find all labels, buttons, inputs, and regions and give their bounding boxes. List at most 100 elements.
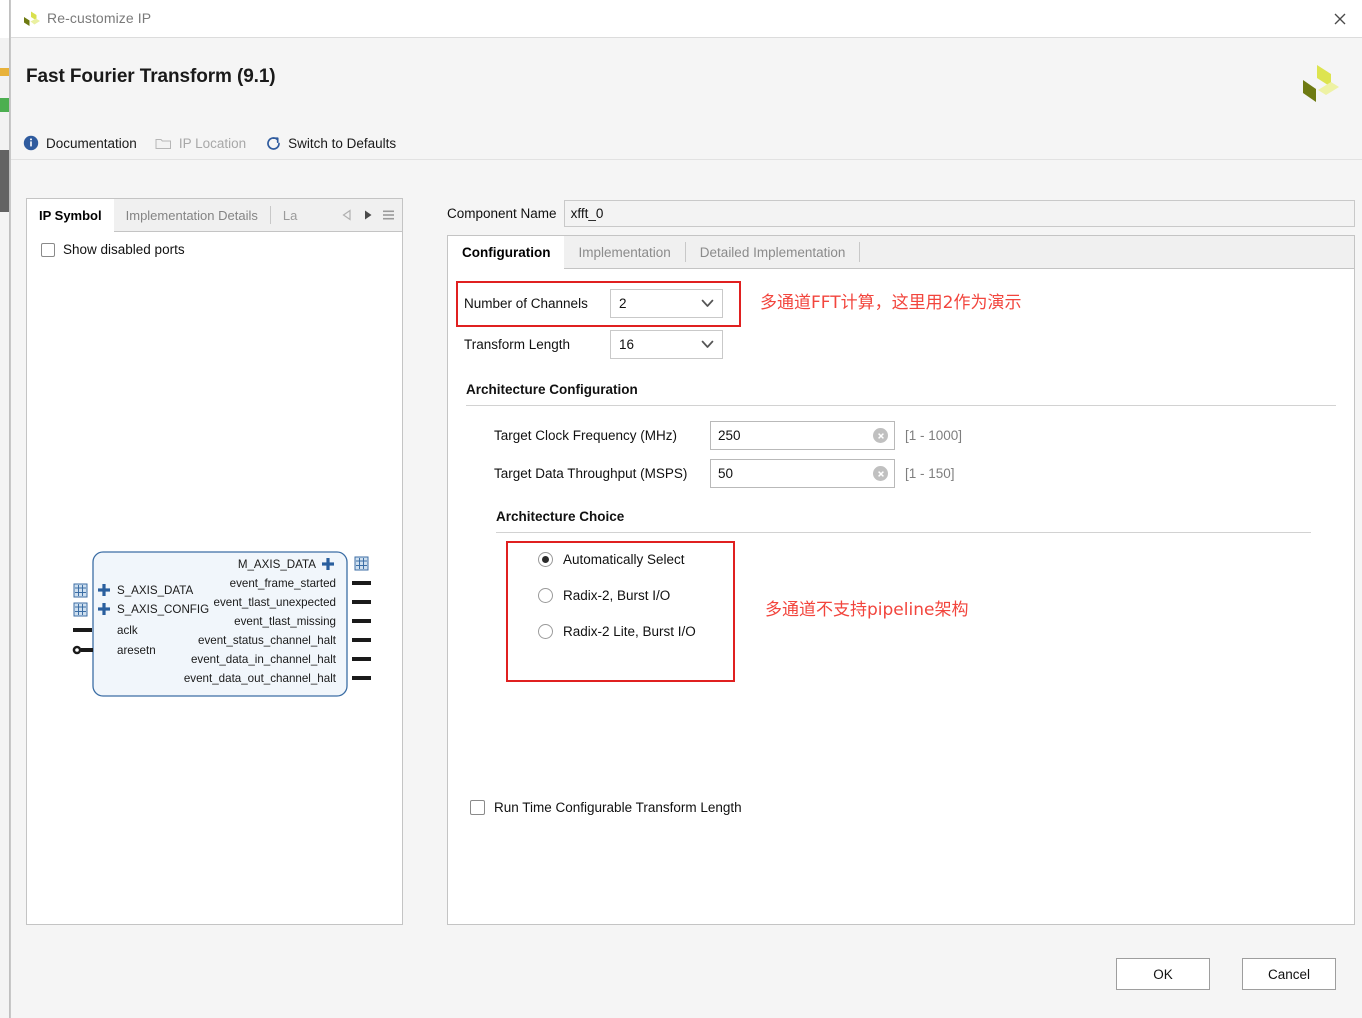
tab-configuration-label: Configuration bbox=[462, 244, 551, 260]
header-toolbar: Documentation IP Location Switch to Defa… bbox=[22, 130, 414, 156]
target-data-throughput-value: 50 bbox=[718, 466, 734, 481]
tab-ip-symbol-label: IP Symbol bbox=[39, 207, 102, 223]
ok-button-label: OK bbox=[1153, 966, 1173, 982]
target-clock-frequency-row: Target Clock Frequency (MHz) 250 [1 - 10… bbox=[494, 421, 962, 450]
documentation-label: Documentation bbox=[46, 135, 137, 151]
cancel-button[interactable]: Cancel bbox=[1242, 958, 1336, 990]
re-customize-ip-dialog: Re-customize IP Fast Fourier Transform (… bbox=[10, 0, 1362, 1018]
checkbox-box bbox=[470, 800, 485, 815]
radio-automatically-select[interactable]: Automatically Select bbox=[538, 552, 685, 567]
clear-icon[interactable] bbox=[873, 466, 888, 481]
annotation-number-of-channels: 多通道FFT计算，这里用2作为演示 bbox=[760, 293, 1022, 313]
tab-implementation-details-label: Implementation Details bbox=[125, 207, 258, 223]
cancel-button-label: Cancel bbox=[1267, 966, 1311, 982]
component-name-value: xfft_0 bbox=[570, 206, 604, 221]
radio-button bbox=[538, 552, 553, 567]
ip-location-label: IP Location bbox=[178, 135, 247, 151]
radio-automatically-select-label: Automatically Select bbox=[563, 552, 685, 567]
tab-list-icon[interactable] bbox=[382, 209, 395, 221]
dialog-title: Re-customize IP bbox=[47, 10, 152, 26]
ip-location-link[interactable]: IP Location bbox=[155, 131, 246, 155]
chevron-down-icon bbox=[701, 340, 714, 349]
target-clock-frequency-label: Target Clock Frequency (MHz) bbox=[494, 428, 678, 443]
show-disabled-ports-label: Show disabled ports bbox=[63, 242, 185, 257]
svg-text:event_tlast_unexpected: event_tlast_unexpected bbox=[214, 596, 336, 609]
component-name-row: Component Name xfft_0 bbox=[447, 198, 1355, 229]
close-icon[interactable] bbox=[1317, 0, 1362, 37]
configuration-tab-box: Configuration Implementation Detailed Im… bbox=[447, 235, 1355, 925]
target-data-throughput-input[interactable]: 50 bbox=[710, 459, 895, 488]
number-of-channels-row: Number of Channels 2 bbox=[464, 289, 723, 318]
number-of-channels-select[interactable]: 2 bbox=[610, 289, 723, 318]
run-time-configurable-checkbox[interactable]: Run Time Configurable Transform Length bbox=[470, 800, 742, 815]
chevron-down-icon bbox=[701, 299, 714, 308]
annotation-architecture-choice: 多通道不支持pipeline架构 bbox=[765, 600, 969, 620]
page-title: Fast Fourier Transform (9.1) bbox=[26, 66, 276, 87]
svg-text:M_AXIS_DATA: M_AXIS_DATA bbox=[238, 558, 316, 571]
radio-button bbox=[538, 588, 553, 603]
transform-length-row: Transform Length 16 bbox=[464, 330, 723, 359]
tab-latency[interactable]: La bbox=[271, 199, 301, 231]
svg-text:aclk: aclk bbox=[117, 624, 138, 637]
tab-latency-label: La bbox=[282, 207, 298, 223]
left-panel-tabs: IP Symbol Implementation Details La bbox=[27, 199, 402, 232]
tab-ip-symbol[interactable]: IP Symbol bbox=[27, 199, 114, 232]
component-name-label: Component Name bbox=[447, 206, 557, 221]
transform-length-label: Transform Length bbox=[464, 337, 571, 352]
next-arrow-icon[interactable] bbox=[362, 209, 373, 221]
radio-radix-2-lite-burst-io[interactable]: Radix-2 Lite, Burst I/O bbox=[538, 624, 696, 639]
ok-button[interactable]: OK bbox=[1116, 958, 1210, 990]
target-clock-frequency-range: [1 - 1000] bbox=[905, 428, 963, 443]
target-data-throughput-range: [1 - 150] bbox=[905, 466, 955, 481]
ip-symbol-panel: IP Symbol Implementation Details La Show… bbox=[26, 198, 403, 925]
refresh-icon bbox=[264, 134, 282, 152]
section-divider bbox=[466, 405, 1336, 406]
svg-text:event_status_channel_halt: event_status_channel_halt bbox=[198, 634, 337, 647]
tab-nav-controls bbox=[342, 199, 402, 231]
run-time-configurable-label: Run Time Configurable Transform Length bbox=[494, 800, 742, 815]
dialog-title-bar: Re-customize IP bbox=[11, 0, 1362, 38]
tab-implementation[interactable]: Implementation bbox=[564, 236, 684, 268]
tab-configuration[interactable]: Configuration bbox=[448, 236, 565, 269]
tab-implementation-label: Implementation bbox=[578, 244, 671, 260]
dialog-body: IP Symbol Implementation Details La Show… bbox=[11, 160, 1362, 1018]
tab-detailed-implementation[interactable]: Detailed Implementation bbox=[686, 236, 860, 268]
clear-icon[interactable] bbox=[873, 428, 888, 443]
xilinx-logo-icon bbox=[1295, 60, 1341, 106]
dialog-header: Fast Fourier Transform (9.1) Documentati… bbox=[11, 38, 1362, 160]
configuration-form: Number of Channels 2 Transform Length 16 bbox=[448, 269, 1354, 924]
architecture-configuration-title: Architecture Configuration bbox=[466, 382, 638, 397]
target-clock-frequency-value: 250 bbox=[718, 428, 741, 443]
radio-radix-2-lite-burst-io-label: Radix-2 Lite, Burst I/O bbox=[563, 624, 696, 639]
info-icon bbox=[22, 134, 40, 152]
number-of-channels-value: 2 bbox=[619, 296, 627, 311]
switch-to-defaults-link[interactable]: Switch to Defaults bbox=[264, 131, 396, 155]
documentation-link[interactable]: Documentation bbox=[22, 131, 137, 155]
checkbox-box bbox=[41, 242, 55, 257]
component-name-input[interactable]: xfft_0 bbox=[563, 200, 1355, 227]
xilinx-logo-icon bbox=[21, 9, 41, 29]
dialog-footer: OK Cancel bbox=[11, 958, 1362, 998]
configuration-tabs: Configuration Implementation Detailed Im… bbox=[448, 236, 1354, 269]
tab-detailed-implementation-label: Detailed Implementation bbox=[699, 244, 846, 260]
svg-text:event_frame_started: event_frame_started bbox=[230, 577, 336, 590]
target-data-throughput-row: Target Data Throughput (MSPS) 50 [1 - 15… bbox=[494, 459, 955, 488]
radio-button bbox=[538, 624, 553, 639]
svg-text:event_data_in_channel_halt: event_data_in_channel_halt bbox=[191, 653, 337, 666]
svg-text:event_tlast_missing: event_tlast_missing bbox=[234, 615, 336, 628]
switch-to-defaults-label: Switch to Defaults bbox=[288, 135, 397, 151]
background-window-strip bbox=[0, 0, 10, 1018]
section-divider-2 bbox=[496, 532, 1311, 533]
show-disabled-ports-checkbox[interactable]: Show disabled ports bbox=[41, 242, 185, 257]
svg-text:event_data_out_channel_halt: event_data_out_channel_halt bbox=[184, 672, 337, 685]
transform-length-value: 16 bbox=[619, 337, 635, 352]
prev-arrow-icon[interactable] bbox=[342, 209, 353, 221]
target-clock-frequency-input[interactable]: 250 bbox=[710, 421, 895, 450]
svg-text:S_AXIS_CONFIG: S_AXIS_CONFIG bbox=[117, 603, 209, 616]
svg-text:S_AXIS_DATA: S_AXIS_DATA bbox=[117, 584, 194, 597]
number-of-channels-label: Number of Channels bbox=[464, 296, 588, 311]
radio-radix-2-burst-io[interactable]: Radix-2, Burst I/O bbox=[538, 588, 670, 603]
transform-length-select[interactable]: 16 bbox=[610, 330, 723, 359]
svg-text:aresetn: aresetn bbox=[117, 644, 156, 657]
tab-implementation-details[interactable]: Implementation Details bbox=[114, 199, 270, 231]
